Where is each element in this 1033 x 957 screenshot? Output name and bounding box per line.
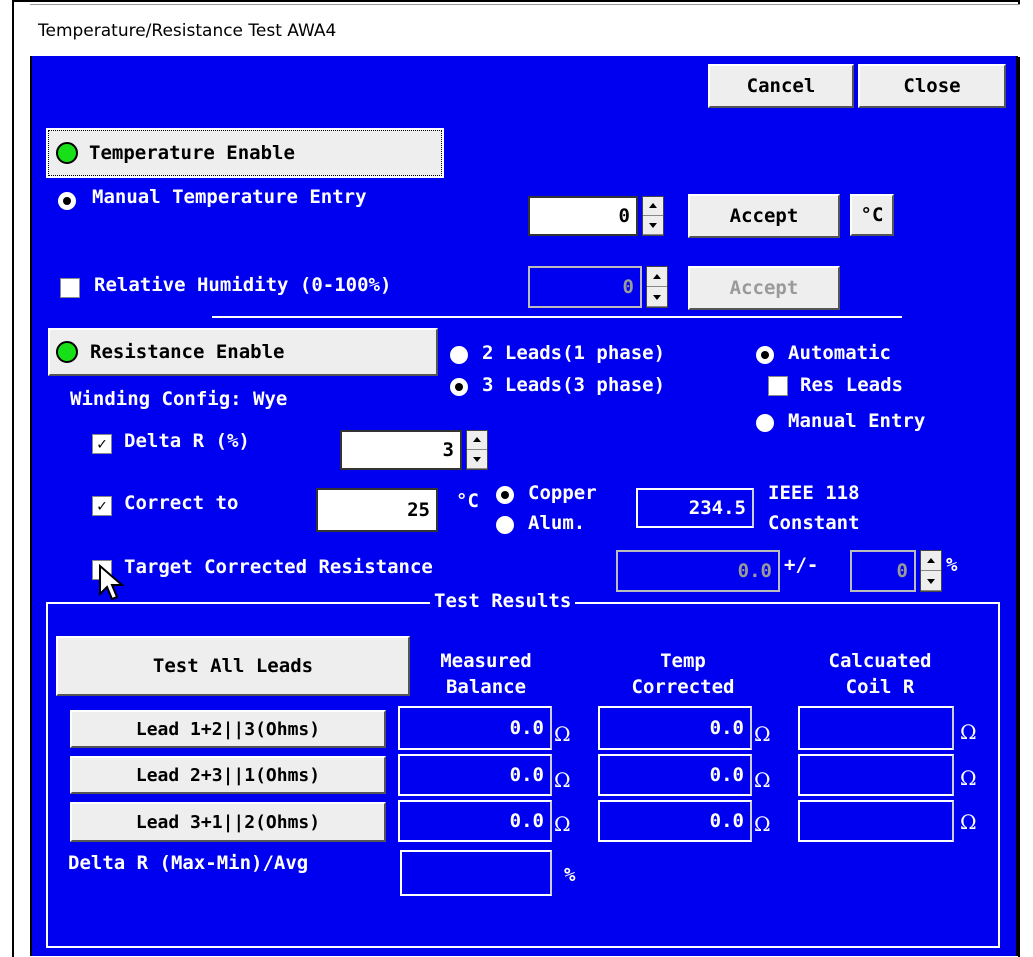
humidity-accept-button[interactable]: Accept xyxy=(688,266,840,310)
lead-3-button[interactable]: Lead 3+1||2(Ohms) xyxy=(70,802,386,842)
ieee-label: IEEE 118 xyxy=(768,482,860,504)
coil-r-header: Calcuated Coil R xyxy=(828,650,932,698)
cancel-button[interactable]: Cancel xyxy=(708,64,854,108)
lead-3-coil xyxy=(798,800,954,842)
lead-2-corrected-unit: Ω xyxy=(754,768,771,792)
delta-r-input[interactable]: 3 xyxy=(340,430,462,470)
lead-1-corrected: 0.0 xyxy=(598,706,752,750)
humidity-input[interactable]: 0 xyxy=(528,266,642,308)
copper-label: Copper xyxy=(528,482,597,504)
leads-2-radio[interactable] xyxy=(450,346,468,364)
dialog-body: Cancel Close Temperature Enable Manual T… xyxy=(30,56,1018,956)
copper-radio[interactable] xyxy=(496,486,514,504)
close-button[interactable]: Close xyxy=(858,64,1006,108)
spin-down-icon[interactable] xyxy=(467,450,487,469)
constant-label: Constant xyxy=(768,512,860,534)
resistance-enable-button[interactable]: Resistance Enable xyxy=(48,328,438,376)
tolerance-percent: % xyxy=(946,554,958,576)
lead-2-coil xyxy=(798,754,954,796)
delta-r-checkbox[interactable]: ✓ xyxy=(92,434,112,454)
temp-corrected-header: Temp Corrected xyxy=(631,650,735,698)
spin-up-icon[interactable] xyxy=(647,267,667,287)
winding-config-value: Wye xyxy=(253,388,288,410)
automatic-radio[interactable] xyxy=(756,346,774,364)
lead-1-measured: 0.0 xyxy=(398,706,552,750)
tolerance-input[interactable]: 0 xyxy=(850,550,916,592)
manual-temperature-label: Manual Temperature Entry xyxy=(92,186,367,208)
delta-r-avg-label: Delta R (Max-Min)/Avg xyxy=(68,852,309,874)
automatic-label: Automatic xyxy=(788,342,891,364)
lead-1-measured-unit: Ω xyxy=(554,722,571,746)
delta-r-avg-value xyxy=(400,850,552,896)
spin-down-icon[interactable] xyxy=(643,216,663,235)
lead-2-measured-unit: Ω xyxy=(554,768,571,792)
lead-3-corrected: 0.0 xyxy=(598,800,752,842)
temperature-spinner[interactable] xyxy=(642,196,664,236)
delta-r-spinner[interactable] xyxy=(466,430,488,470)
mouse-cursor-icon xyxy=(99,564,124,601)
outer-frame-top xyxy=(12,0,1020,2)
spin-up-icon[interactable] xyxy=(921,551,941,571)
res-leads-checkbox[interactable] xyxy=(768,376,788,396)
temperature-unit-button[interactable]: °C xyxy=(850,194,894,236)
target-resistance-input[interactable]: 0.0 xyxy=(616,550,780,592)
spin-up-icon[interactable] xyxy=(643,197,663,216)
spin-down-icon[interactable] xyxy=(647,287,667,307)
resistance-enable-label: Resistance Enable xyxy=(90,341,285,363)
correct-to-unit: °C xyxy=(456,490,479,512)
test-all-leads-button[interactable]: Test All Leads xyxy=(56,636,410,696)
lead-2-measured: 0.0 xyxy=(398,754,552,796)
lead-2-coil-unit: Ω xyxy=(960,766,977,790)
manual-entry-label: Manual Entry xyxy=(788,410,926,432)
ieee-constant-input[interactable]: 234.5 xyxy=(636,488,754,528)
leads-3-label: 3 Leads(3 phase) xyxy=(482,374,666,396)
window-title: Temperature/Resistance Test AWA4 xyxy=(38,21,337,41)
correct-to-input[interactable]: 25 xyxy=(316,488,438,532)
tolerance-spinner[interactable] xyxy=(920,550,942,592)
delta-r-avg-unit: % xyxy=(564,864,576,886)
temperature-enable-label: Temperature Enable xyxy=(89,142,295,164)
resistance-status-led-icon xyxy=(56,341,78,363)
lead-3-corrected-unit: Ω xyxy=(754,812,771,836)
lead-3-measured-unit: Ω xyxy=(554,812,571,836)
spin-down-icon[interactable] xyxy=(921,571,941,591)
lead-1-coil-unit: Ω xyxy=(960,720,977,744)
aluminum-label: Alum. xyxy=(528,512,586,534)
lead-2-button[interactable]: Lead 2+3||1(Ohms) xyxy=(70,756,386,794)
correct-to-checkbox[interactable]: ✓ xyxy=(92,496,112,516)
leads-3-radio[interactable] xyxy=(450,378,468,396)
lead-1-button[interactable]: Lead 1+2||3(Ohms) xyxy=(70,710,386,748)
temperature-input[interactable]: 0 xyxy=(528,196,638,236)
spin-up-icon[interactable] xyxy=(467,431,487,450)
lead-1-corrected-unit: Ω xyxy=(754,722,771,746)
winding-config: Winding Config: Wye xyxy=(70,388,287,410)
aluminum-radio[interactable] xyxy=(496,516,514,534)
lead-1-coil xyxy=(798,706,954,750)
lead-3-measured: 0.0 xyxy=(398,800,552,842)
manual-entry-radio[interactable] xyxy=(756,414,774,432)
outer-frame-right xyxy=(1018,0,1020,957)
correct-to-label: Correct to xyxy=(124,492,239,514)
temperature-enable-button[interactable]: Temperature Enable xyxy=(46,128,444,178)
humidity-spinner[interactable] xyxy=(646,266,668,308)
measured-balance-header: Measured Balance xyxy=(440,650,532,698)
lead-3-coil-unit: Ω xyxy=(960,810,977,834)
temperature-accept-button[interactable]: Accept xyxy=(688,194,840,238)
section-divider xyxy=(212,316,902,318)
target-resistance-label: Target Corrected Resistance xyxy=(124,556,433,578)
temperature-status-led-icon xyxy=(56,142,78,164)
res-leads-label: Res Leads xyxy=(800,374,903,396)
lead-2-corrected: 0.0 xyxy=(598,754,752,796)
humidity-checkbox[interactable] xyxy=(60,278,80,298)
leads-2-label: 2 Leads(1 phase) xyxy=(482,342,666,364)
test-results-title: Test Results xyxy=(430,590,576,612)
winding-config-label: Winding Config: xyxy=(70,388,242,410)
delta-r-label: Delta R (%) xyxy=(124,430,250,452)
title-bar: Temperature/Resistance Test AWA4 xyxy=(30,4,1020,57)
plus-minus-label: +/- xyxy=(784,554,819,576)
outer-frame-left xyxy=(12,0,14,957)
manual-temperature-radio[interactable] xyxy=(58,192,76,210)
humidity-label: Relative Humidity (0-100%) xyxy=(94,274,392,296)
